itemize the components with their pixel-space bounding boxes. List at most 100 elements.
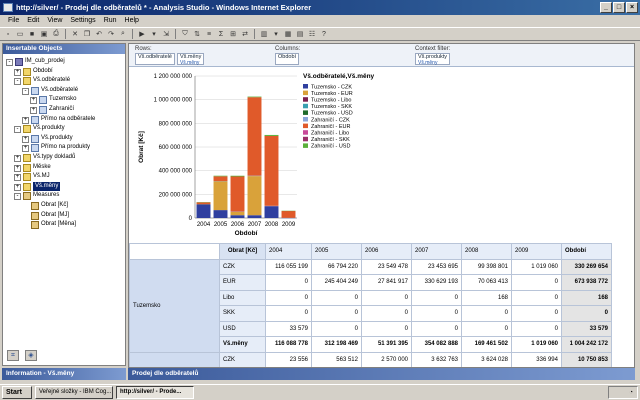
source-tab-icon[interactable]: ⌗ [7,350,19,361]
tree-item[interactable]: + Přímo na produkty [3,143,125,153]
tree-item[interactable]: Obrat [Měna] [3,220,125,230]
minimize-button[interactable]: _ [600,2,612,13]
new-icon[interactable]: ▫ [3,29,13,39]
tree-item[interactable]: - Measures [3,191,125,201]
insertable-objects-title: Insertable Objects [3,44,125,54]
sort-icon[interactable]: ⇅ [192,29,202,39]
run-dropdown-icon[interactable]: ▾ [149,29,159,39]
run-icon[interactable]: ▶ [137,29,147,39]
column-header[interactable]: 2009 [511,243,562,260]
maximize-button[interactable]: □ [613,2,625,13]
row-header[interactable]: Vš.měny [219,336,266,353]
chart-type-icon[interactable]: ▾ [271,29,281,39]
filter-icon[interactable]: ⛉ [180,29,190,39]
expand-icon[interactable]: + [14,68,21,76]
context-filter-chip[interactable]: Vš.produkty Vš.měny [415,53,451,65]
help-icon[interactable]: ? [319,29,329,39]
columns-chip[interactable]: Období [275,53,300,65]
expand-icon[interactable]: + [14,183,21,191]
table-cell: 23 453 695 [411,258,462,275]
save-as-icon[interactable]: ▣ [39,29,49,39]
tree-item[interactable]: - Vš.odběratelé [3,86,125,96]
collapse-icon[interactable]: - [14,78,21,86]
expand-icon[interactable]: + [14,154,21,162]
tree-item[interactable]: Obrat [Kč] [3,201,125,211]
expand-icon[interactable]: + [30,106,37,114]
tree-item-label: Zahraničí [49,105,75,112]
menu-run[interactable]: Run [100,15,121,27]
tree-item[interactable]: + Vš.produkty [3,134,125,144]
row-group-header[interactable] [129,351,220,367]
close-button[interactable]: × [626,2,638,13]
expand-icon[interactable]: + [30,97,37,105]
chart-icon[interactable]: ▥ [259,29,269,39]
find-icon[interactable]: ⌕ [118,29,128,39]
export-icon[interactable]: ⇲ [161,29,171,39]
properties-icon[interactable]: ☷ [307,29,317,39]
copy-icon[interactable]: ❐ [82,29,92,39]
menu-file[interactable]: File [4,15,23,27]
column-header[interactable]: 2005 [311,243,362,260]
open-icon[interactable]: ▭ [15,29,25,39]
menu-view[interactable]: View [43,15,66,27]
tree-item[interactable]: + Vš.MJ [3,172,125,182]
expand-icon[interactable]: + [22,116,29,124]
column-header[interactable]: Období [561,243,612,260]
expand-icon[interactable]: + [22,135,29,143]
tree-item[interactable]: + Vš.měny [3,181,125,192]
rows-chip[interactable]: Vš.odběratelé [135,53,175,65]
tree-item[interactable]: - Vš.produkty [3,124,125,134]
row-header[interactable]: USD [219,320,266,337]
layout-icon[interactable]: ▤ [295,29,305,39]
row-header[interactable]: CZK [219,258,266,275]
stacked-bar-chart[interactable]: 0 200 000 000 400 000 000 600 000 000 800 00… [129,68,634,240]
row-header[interactable]: Libo [219,289,266,306]
table-icon[interactable]: ▦ [283,29,293,39]
column-header[interactable]: 2007 [411,243,462,260]
menu-edit[interactable]: Edit [23,15,43,27]
drill-icon[interactable]: ⊞ [228,29,238,39]
collapse-icon[interactable]: - [14,126,21,134]
expand-icon[interactable]: + [14,164,21,172]
undo-icon[interactable]: ↶ [94,29,104,39]
collapse-icon[interactable]: - [14,193,21,201]
swap-icon[interactable]: ⇄ [240,29,250,39]
row-header[interactable]: CZK [219,351,266,367]
taskbar-item[interactable]: http://silver/ - Prode... [116,386,194,399]
column-header[interactable]: 2008 [461,243,512,260]
tree-item[interactable]: + Měske [3,163,125,173]
tree-item[interactable]: + Přímo na odběratele [3,115,125,125]
toolbox-tab-icon[interactable]: ◈ [25,350,37,361]
expand-icon[interactable]: + [22,145,29,153]
bar-segment [213,175,228,177]
row-header[interactable]: EUR [219,274,266,291]
menu-help[interactable]: Help [121,15,143,27]
tree-item[interactable]: + Zahraničí [3,105,125,115]
start-button[interactable]: Start [2,386,32,399]
tree-item[interactable]: Obrat [MJ] [3,211,125,221]
tree-item[interactable]: + Období [3,67,125,77]
tree-item[interactable]: + Vš.typy dokladů [3,153,125,163]
suppress-icon[interactable]: ≡ [204,29,214,39]
measure-header[interactable]: Obrat [Kč] [219,243,266,260]
save-icon[interactable]: ■ [27,29,37,39]
cut-icon[interactable]: ✕ [70,29,80,39]
column-header[interactable]: 2004 [265,243,312,260]
tree-item[interactable]: - IM_cub_prodej [3,57,125,67]
column-header[interactable]: 2006 [361,243,412,260]
table-cell: 0 [361,305,412,322]
menu-settings[interactable]: Settings [66,15,99,27]
tree-item[interactable]: - Vš.odběratelé [3,76,125,86]
redo-icon[interactable]: ↷ [106,29,116,39]
print-icon[interactable]: ⎙ [51,29,61,39]
row-group-header[interactable]: Tuzemsko [129,258,220,353]
collapse-icon[interactable]: - [22,87,29,95]
rows-chip[interactable]: Vš.měny Vš.měny [176,53,205,65]
legend-swatch [303,84,308,89]
tree-item[interactable]: + Tuzemsko [3,95,125,105]
calculate-icon[interactable]: Σ [216,29,226,39]
row-header[interactable]: SKK [219,305,266,322]
expand-icon[interactable]: + [14,174,21,182]
taskbar-item[interactable]: Veřejné složky - IBM Cog... [35,386,113,399]
collapse-icon[interactable]: - [6,59,13,66]
